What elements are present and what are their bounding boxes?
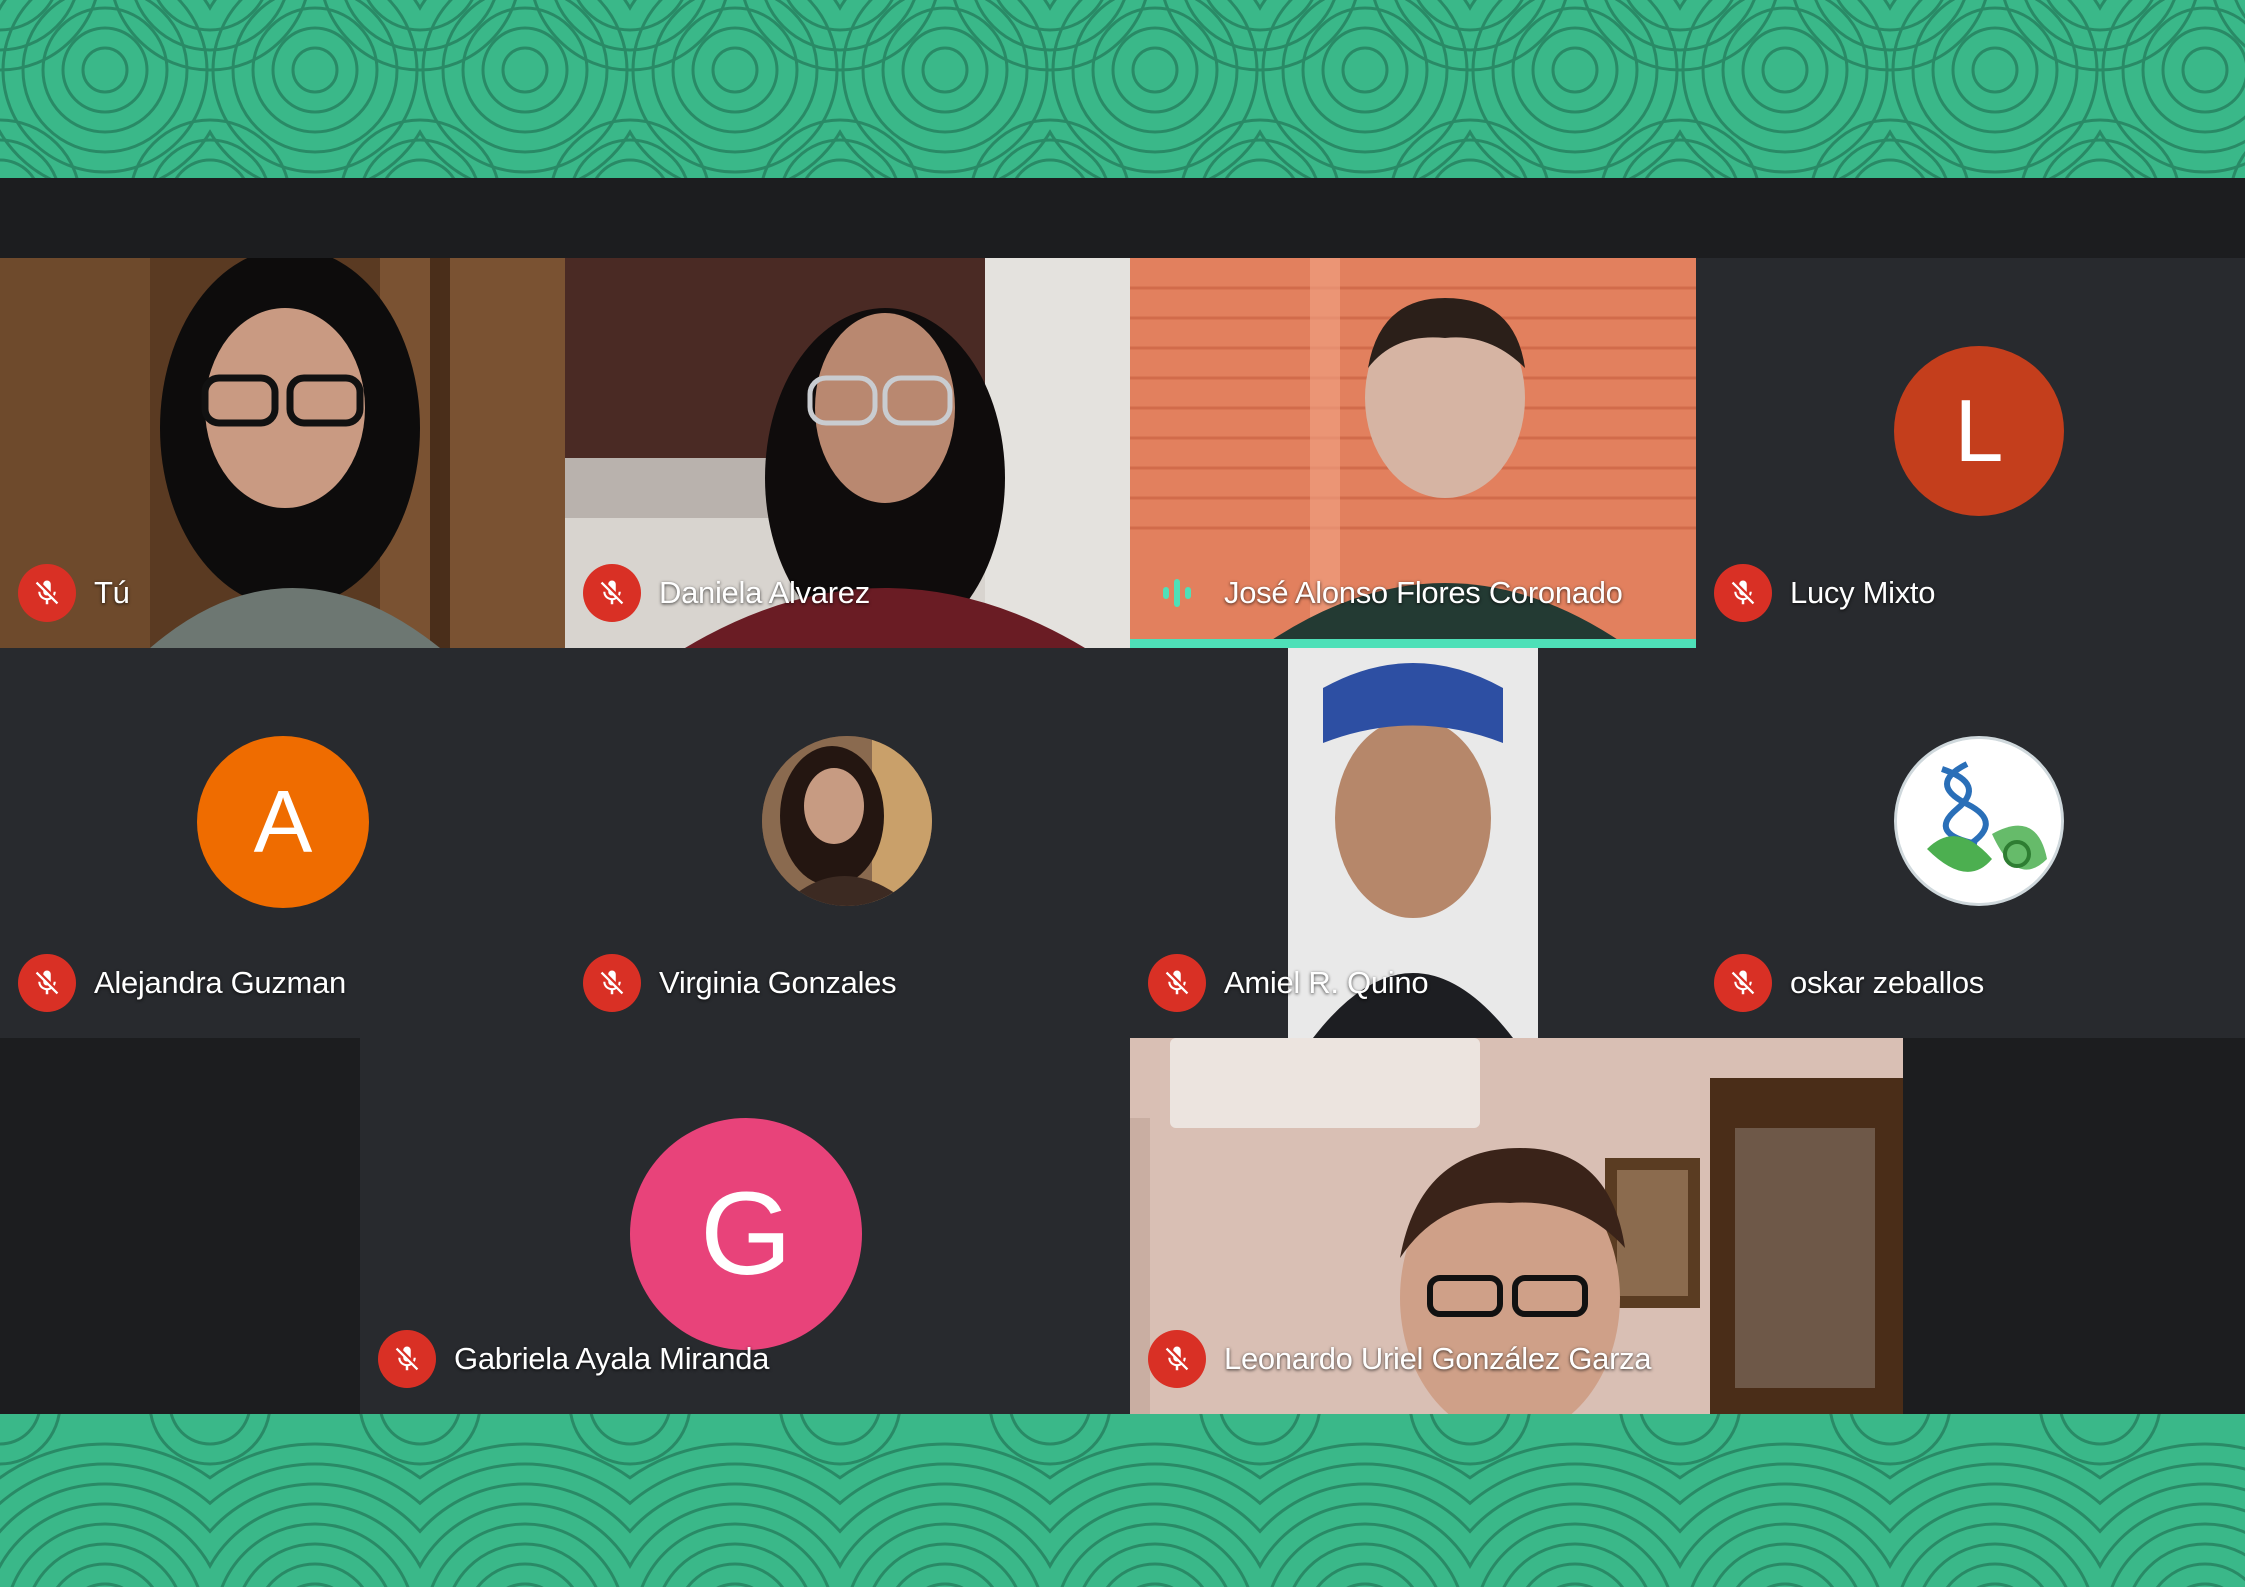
avatar-logo-image [1894, 736, 2064, 906]
participant-tile-jose[interactable]: José Alonso Flores Coronado [1130, 258, 1696, 648]
decorative-pattern-bottom [0, 1414, 2245, 1587]
participant-label: Leonardo Uriel González Garza [1148, 1330, 1652, 1388]
participant-label: Daniela Alvarez [583, 564, 870, 622]
participant-label: oskar zeballos [1714, 954, 1984, 1012]
avatar: G [630, 1118, 862, 1350]
participant-name: Alejandra Guzman [94, 965, 346, 1000]
audio-level-icon [1148, 564, 1206, 622]
participant-tile-self[interactable]: Tú [0, 258, 565, 648]
mic-off-icon [583, 954, 641, 1012]
participant-name: Virginia Gonzales [659, 965, 897, 1000]
participant-name: Gabriela Ayala Miranda [454, 1341, 770, 1376]
participant-label: Gabriela Ayala Miranda [378, 1330, 769, 1388]
avatar: A [197, 736, 369, 908]
participant-name: Amiel R. Quino [1224, 965, 1429, 1000]
participant-tile-virginia[interactable]: Virginia Gonzales [565, 648, 1130, 1038]
mic-off-icon [1148, 1330, 1206, 1388]
mic-off-icon [1148, 954, 1206, 1012]
participant-tile-amiel[interactable]: Amiel R. Quino [1130, 648, 1696, 1038]
avatar: L [1894, 346, 2064, 516]
active-speaker-indicator [1130, 639, 1696, 648]
mic-off-icon [18, 954, 76, 1012]
participant-name: oskar zeballos [1790, 965, 1984, 1000]
participant-name: Tú [94, 575, 130, 610]
decorative-pattern-top [0, 0, 2245, 178]
participant-name: José Alonso Flores Coronado [1224, 575, 1623, 610]
mic-off-icon [1714, 564, 1772, 622]
participant-name: Leonardo Uriel González Garza [1224, 1341, 1652, 1376]
mic-off-icon [378, 1330, 436, 1388]
mic-off-icon [1714, 954, 1772, 1012]
participant-label: Virginia Gonzales [583, 954, 897, 1012]
participant-tile-daniela[interactable]: Daniela Alvarez [565, 258, 1130, 648]
participant-tile-gabriela[interactable]: G Gabriela Ayala Miranda [360, 1038, 1130, 1414]
participant-tile-lucy[interactable]: L Lucy Mixto [1696, 258, 2245, 648]
participant-label: José Alonso Flores Coronado [1148, 564, 1623, 622]
avatar-profile-photo [762, 736, 932, 906]
video-call-grid: Tú Daniela Alvarez José Alonso Flores Co… [0, 178, 2245, 1414]
participant-name: Daniela Alvarez [659, 575, 870, 610]
participant-label: Tú [18, 564, 130, 622]
participant-tile-leonardo[interactable]: Leonardo Uriel González Garza [1130, 1038, 1903, 1414]
participant-label: Lucy Mixto [1714, 564, 1935, 622]
mic-off-icon [18, 564, 76, 622]
participant-tile-oskar[interactable]: oskar zeballos [1696, 648, 2245, 1038]
mic-off-icon [583, 564, 641, 622]
participant-label: Amiel R. Quino [1148, 954, 1429, 1012]
participant-tile-alejandra[interactable]: A Alejandra Guzman [0, 648, 565, 1038]
participant-name: Lucy Mixto [1790, 575, 1936, 610]
participant-label: Alejandra Guzman [18, 954, 346, 1012]
